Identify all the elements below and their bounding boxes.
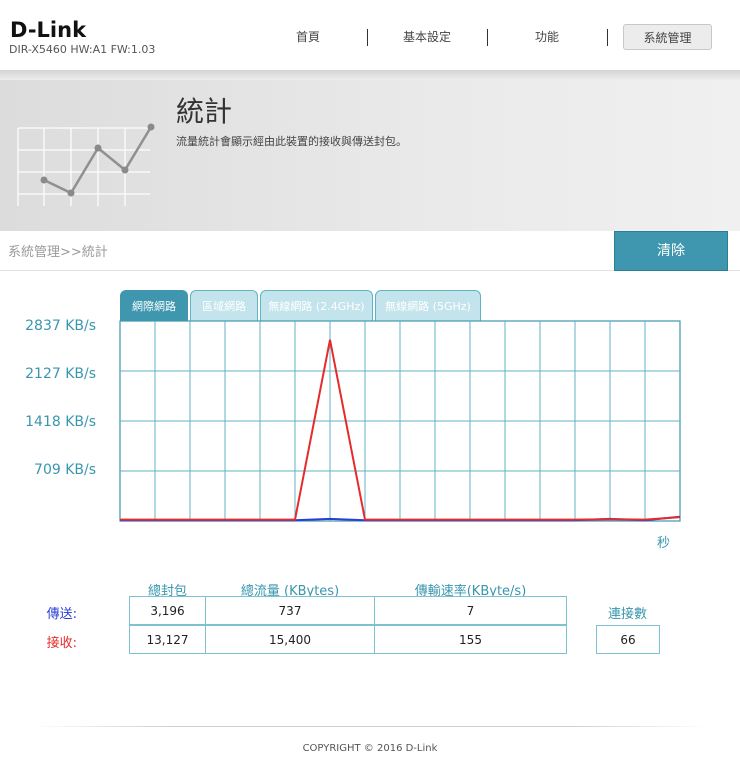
footer-divider (30, 726, 710, 727)
row-label-sent: 傳送: (46, 607, 77, 622)
connections-value: 66 (596, 625, 660, 654)
sent-total-traffic: 737 (205, 596, 375, 625)
traffic-chart (119, 320, 681, 522)
router-stats-page: D-Link DIR-X5460 HW:A1 FW:1.03 首頁 基本設定 功… (0, 0, 740, 779)
sent-total-packets: 3,196 (129, 596, 206, 625)
connections-label: 連接數 (607, 607, 647, 622)
x-axis-label: 秒 (657, 536, 671, 551)
recv-total-traffic: 15,400 (205, 625, 375, 654)
copyright: COPYRIGHT © 2016 D-Link (302, 743, 438, 754)
row-label-received: 接收: (46, 636, 77, 651)
recv-transfer-rate: 155 (374, 625, 567, 654)
recv-total-packets: 13,127 (129, 625, 206, 654)
sent-transfer-rate: 7 (374, 596, 567, 625)
